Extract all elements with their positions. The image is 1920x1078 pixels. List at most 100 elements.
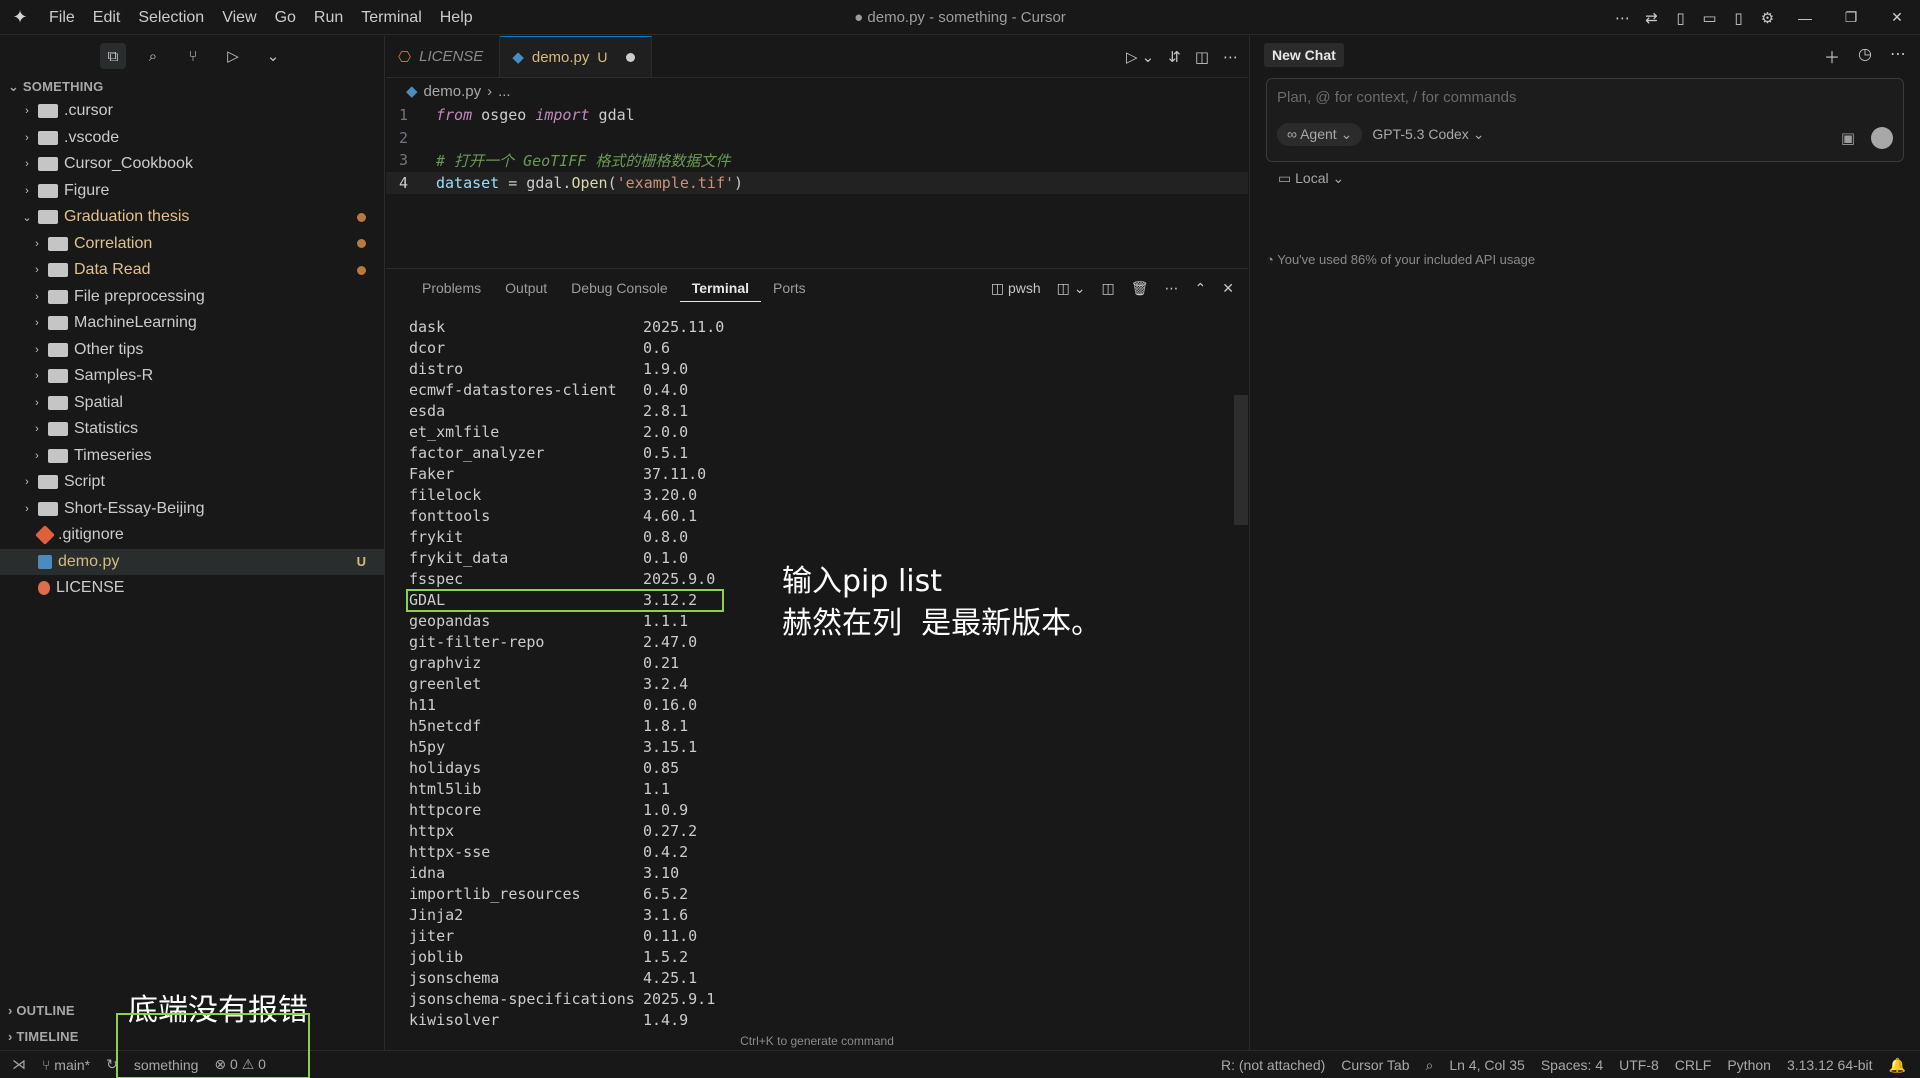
microphone-icon[interactable]: [1871, 127, 1893, 149]
chevron-right-icon: ›: [25, 476, 29, 489]
line-ending[interactable]: CRLF: [1667, 1057, 1720, 1073]
agent-mode-dropdown[interactable]: ∞ Agent ⌄: [1277, 123, 1363, 146]
settings-gear-icon[interactable]: ⚙: [1753, 9, 1782, 27]
tree-item[interactable]: › Samples-R: [0, 363, 384, 390]
more-actions-icon[interactable]: ⋯: [1223, 48, 1238, 66]
breadcrumb-file[interactable]: demo.py: [424, 83, 482, 100]
tree-item[interactable]: › Data Read: [0, 257, 384, 284]
language-mode[interactable]: Python: [1719, 1057, 1779, 1073]
tab-demo-py[interactable]: ◆ demo.py U: [500, 36, 652, 77]
history-icon[interactable]: ◷: [1858, 44, 1872, 68]
workspace-name: SOMETHING: [22, 79, 104, 94]
import-name: gdal: [589, 106, 635, 125]
menu-help[interactable]: Help: [431, 0, 482, 35]
run-debug-icon[interactable]: ▷: [220, 43, 246, 69]
menu-view[interactable]: View: [213, 0, 265, 35]
menu-run[interactable]: Run: [305, 0, 352, 35]
chevron-right-icon: ›: [35, 343, 39, 356]
sync-icon[interactable]: ↻: [98, 1056, 126, 1073]
tree-item[interactable]: › .vscode: [0, 125, 384, 152]
toggle-secondary-sidebar-icon[interactable]: ▯: [1724, 9, 1753, 27]
python-interpreter[interactable]: 3.13.12 64-bit: [1779, 1057, 1881, 1073]
tree-item[interactable]: › Other tips: [0, 337, 384, 364]
chat-composer[interactable]: Plan, @ for context, / for commands ∞ Ag…: [1266, 78, 1904, 162]
menu-selection[interactable]: Selection: [129, 0, 213, 35]
more-icon[interactable]: ⋯: [1608, 9, 1637, 27]
more-actions-icon[interactable]: ⋯: [1890, 44, 1906, 68]
menu-go[interactable]: Go: [266, 0, 305, 35]
cursor-tab-status[interactable]: Cursor Tab: [1333, 1057, 1417, 1073]
breadcrumb-symbol[interactable]: ...: [498, 83, 511, 100]
tree-item[interactable]: › Short-Essay-Beijing: [0, 496, 384, 523]
tree-item[interactable]: LICENSE: [0, 575, 384, 602]
search-icon[interactable]: ⌕: [140, 43, 166, 69]
model-dropdown[interactable]: GPT-5.3 Codex ⌄: [1372, 126, 1484, 143]
close-window-button[interactable]: ✕: [1874, 9, 1920, 26]
tree-item[interactable]: › Spatial: [0, 390, 384, 417]
tree-item[interactable]: demo.py U: [0, 548, 384, 575]
package-version: 1.0.9: [643, 801, 689, 819]
tab-problems[interactable]: Problems: [410, 274, 493, 302]
run-python-icon[interactable]: ▷ ⌄: [1126, 48, 1154, 66]
tree-item[interactable]: › Script: [0, 469, 384, 496]
terminal-scrollbar[interactable]: [1234, 395, 1248, 525]
tab-ports[interactable]: Ports: [761, 274, 818, 302]
compare-changes-icon[interactable]: ⇵: [1168, 48, 1181, 66]
more-actions-icon[interactable]: ⋯: [1165, 280, 1179, 297]
minimize-button[interactable]: —: [1782, 10, 1828, 26]
explorer-files-icon[interactable]: ⧉: [100, 43, 126, 69]
split-terminal-icon[interactable]: ◫: [1102, 280, 1115, 297]
local-dropdown[interactable]: ▭ Local ⌄: [1278, 170, 1344, 187]
tree-item[interactable]: › Correlation: [0, 231, 384, 258]
trash-icon[interactable]: 🗑: [1131, 280, 1149, 297]
menu-terminal[interactable]: Terminal: [352, 0, 430, 35]
new-terminal-dropdown-icon[interactable]: ◫ ⌄: [1057, 280, 1086, 297]
close-panel-icon[interactable]: ✕: [1222, 280, 1234, 297]
encoding[interactable]: UTF-8: [1611, 1057, 1667, 1073]
terminal-output[interactable]: dask 2025.11.0 dcor 0.6 distro 1.9.0 ecmwf-dat…: [406, 317, 724, 1031]
tree-item[interactable]: › Cursor_Cookbook: [0, 151, 384, 178]
image-attach-icon[interactable]: ▣: [1841, 129, 1855, 147]
tree-item[interactable]: › Statistics: [0, 416, 384, 443]
tree-item[interactable]: ⌄ Graduation thesis: [0, 204, 384, 231]
maximize-panel-icon[interactable]: ⌃: [1195, 280, 1207, 297]
tree-item[interactable]: › .cursor: [0, 98, 384, 125]
toggle-panel-icon[interactable]: ▭: [1695, 9, 1724, 27]
tree-item-label: .gitignore: [58, 526, 124, 544]
chat-input[interactable]: Plan, @ for context, / for commands: [1277, 89, 1517, 106]
r-status[interactable]: R: (not attached): [1213, 1057, 1333, 1073]
chevron-down-icon[interactable]: ⌄: [260, 43, 286, 69]
source-control-icon[interactable]: ⑂: [180, 43, 206, 69]
menu-edit[interactable]: Edit: [84, 0, 130, 35]
code-editor[interactable]: 1 from osgeo import gdal 2 3 # 打开一个 GeoT…: [386, 104, 1248, 194]
restore-button[interactable]: ❐: [1828, 9, 1874, 26]
annotation-pip-list: 输入pip list 赫然在列 是最新版本。: [782, 561, 1101, 645]
remote-icon[interactable]: ⋊: [0, 1056, 34, 1073]
menu-file[interactable]: File: [40, 0, 84, 35]
tree-item[interactable]: › File preprocessing: [0, 284, 384, 311]
new-chat-tab[interactable]: New Chat: [1264, 43, 1344, 67]
explorer-root-header[interactable]: ⌄ SOMETHING: [0, 76, 384, 98]
add-chat-icon[interactable]: ＋: [1824, 44, 1840, 68]
tree-item[interactable]: › Timeseries: [0, 443, 384, 470]
unsaved-dot-icon[interactable]: [625, 52, 635, 62]
tab-license[interactable]: ⎔ LICENSE: [386, 36, 501, 77]
tab-output[interactable]: Output: [493, 274, 559, 302]
workspace-status[interactable]: something: [126, 1057, 207, 1073]
tab-terminal[interactable]: Terminal: [679, 274, 761, 302]
zoom-icon[interactable]: ⌕: [1418, 1057, 1442, 1074]
tree-item[interactable]: .gitignore: [0, 522, 384, 549]
branch-status[interactable]: ⑂ main*: [34, 1057, 98, 1073]
toggle-sidebar-icon[interactable]: ▯: [1666, 9, 1695, 27]
tree-item[interactable]: › MachineLearning: [0, 310, 384, 337]
tab-debug-console[interactable]: Debug Console: [559, 274, 680, 302]
split-editor-icon[interactable]: ◫: [1195, 48, 1209, 66]
notifications-bell-icon[interactable]: 🔔: [1881, 1057, 1920, 1074]
problems-status[interactable]: ⊗ 0 ⚠ 0: [206, 1056, 274, 1073]
code-line-current: 4 dataset = gdal. Open('example.tif'): [386, 171, 1248, 194]
indentation[interactable]: Spaces: 4: [1533, 1057, 1611, 1073]
cursor-position[interactable]: Ln 4, Col 35: [1441, 1057, 1533, 1073]
terminal-shell-selector[interactable]: ◫ pwsh: [991, 280, 1041, 297]
tree-item[interactable]: › Figure: [0, 178, 384, 205]
swap-icon[interactable]: ⇄: [1637, 9, 1666, 27]
